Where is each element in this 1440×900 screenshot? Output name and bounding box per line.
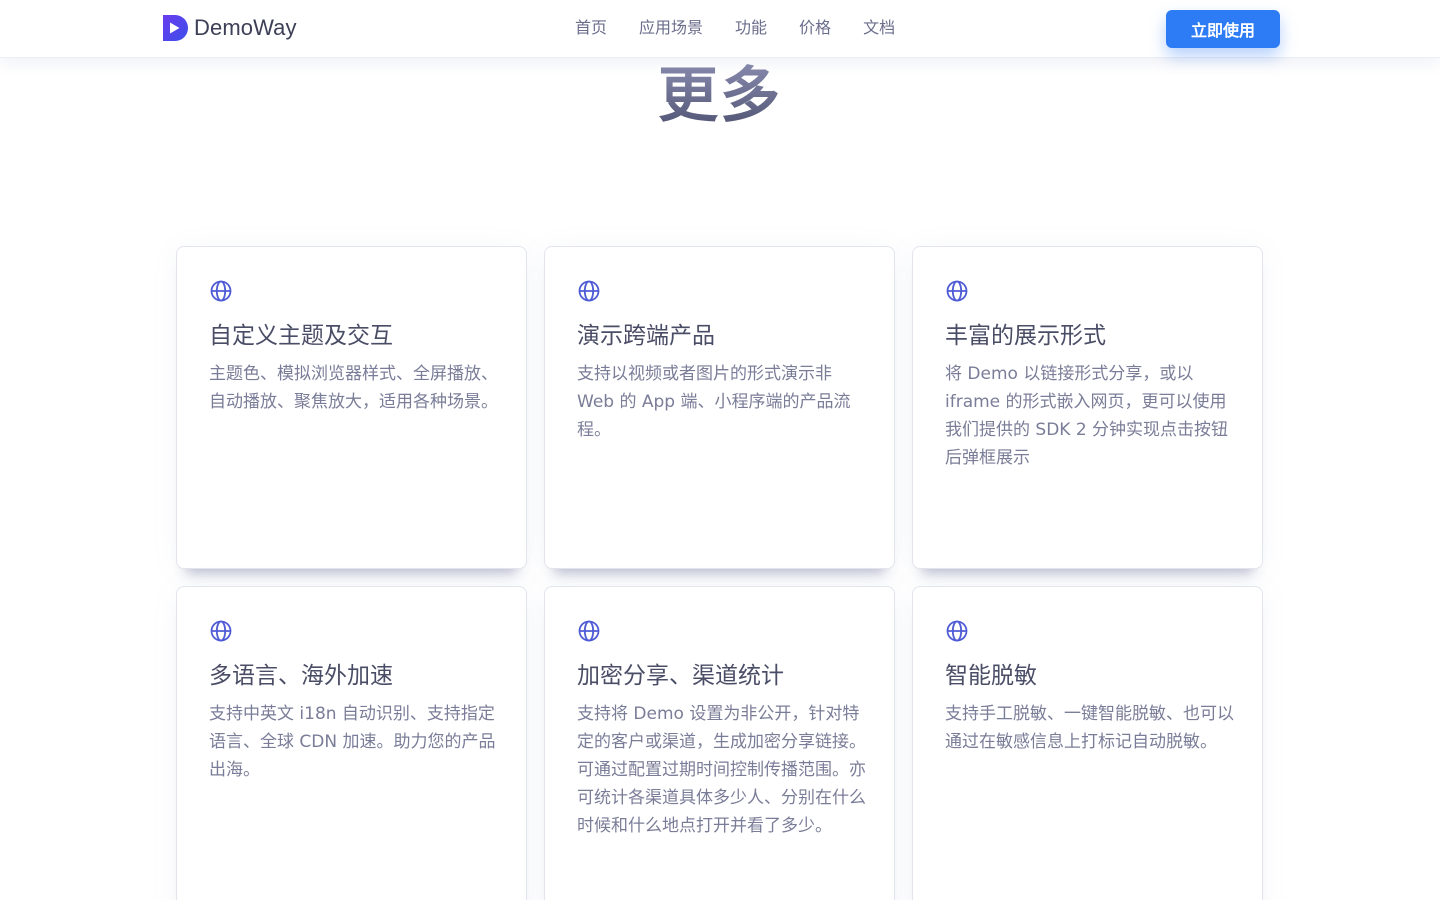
main-nav: 首页 应用场景 功能 价格 文档	[575, 17, 895, 39]
nav-scenarios[interactable]: 应用场景	[639, 17, 703, 39]
brand-name: DemoWay	[194, 15, 297, 40]
section-title: 更多	[0, 60, 1440, 132]
globe-icon	[946, 620, 968, 642]
card-title: 自定义主题及交互	[209, 323, 393, 349]
card-description: 支持以视频或者图片的形式演示非 Web 的 App 端、小程序端的产品流程。	[577, 364, 851, 440]
card-description: 支持将 Demo 设置为非公开，针对特定的客户或渠道，生成加密分享链接。可通过配…	[577, 704, 866, 836]
feature-card-cross-platform: 演示跨端产品 支持以视频或者图片的形式演示非 Web 的 App 端、小程序端的…	[544, 246, 895, 569]
globe-icon	[578, 280, 600, 302]
card-title: 丰富的展示形式	[945, 323, 1106, 349]
globe-icon	[210, 620, 232, 642]
feature-card-display-forms: 丰富的展示形式 将 Demo 以链接形式分享，或以 iframe 的形式嵌入网页…	[912, 246, 1263, 569]
feature-card-smart-masking: 智能脱敏 支持手工脱敏、一键智能脱敏、也可以通过在敏感信息上打标记自动脱敏。	[912, 586, 1263, 900]
use-now-button[interactable]: 立即使用	[1166, 10, 1280, 48]
globe-icon	[210, 280, 232, 302]
card-title: 演示跨端产品	[577, 323, 715, 349]
nav-docs[interactable]: 文档	[863, 17, 895, 39]
globe-icon	[578, 620, 600, 642]
card-description: 支持中英文 i18n 自动识别、支持指定语言、全球 CDN 加速。助力您的产品出…	[209, 704, 496, 780]
feature-card-encrypted-share: 加密分享、渠道统计 支持将 Demo 设置为非公开，针对特定的客户或渠道，生成加…	[544, 586, 895, 900]
brand-logo[interactable]: DemoWay	[160, 13, 297, 43]
card-title: 加密分享、渠道统计	[577, 663, 784, 689]
card-title: 智能脱敏	[945, 663, 1037, 689]
card-description: 将 Demo 以链接形式分享，或以 iframe 的形式嵌入网页，更可以使用我们…	[945, 364, 1229, 468]
card-description: 主题色、模拟浏览器样式、全屏播放、自动播放、聚焦放大，适用各种场景。	[209, 364, 498, 412]
feature-card-custom-theme: 自定义主题及交互 主题色、模拟浏览器样式、全屏播放、自动播放、聚焦放大，适用各种…	[176, 246, 527, 569]
top-navbar: DemoWay 首页 应用场景 功能 价格 文档 立即使用	[0, 0, 1440, 58]
nav-features[interactable]: 功能	[735, 17, 767, 39]
nav-home[interactable]: 首页	[575, 17, 607, 39]
globe-icon	[946, 280, 968, 302]
nav-pricing[interactable]: 价格	[799, 17, 831, 39]
page: DemoWay 首页 应用场景 功能 价格 文档 立即使用 更多 自定义主题及交…	[0, 0, 1440, 900]
card-description: 支持手工脱敏、一键智能脱敏、也可以通过在敏感信息上打标记自动脱敏。	[945, 704, 1234, 752]
feature-card-multilanguage: 多语言、海外加速 支持中英文 i18n 自动识别、支持指定语言、全球 CDN 加…	[176, 586, 527, 900]
play-logo-icon	[163, 15, 188, 41]
card-title: 多语言、海外加速	[209, 663, 393, 689]
